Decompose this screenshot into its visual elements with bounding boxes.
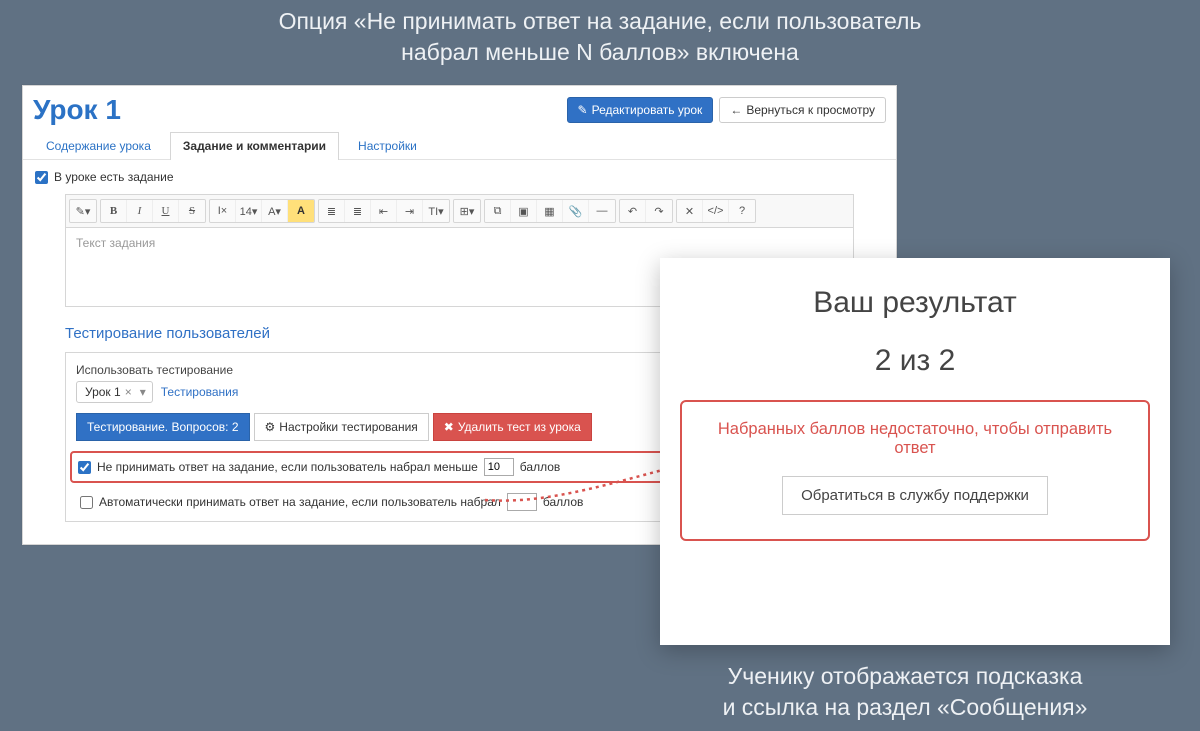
reject-option-label-post: баллов bbox=[520, 460, 560, 474]
testing-settings-pill[interactable]: ⚙ Настройки тестирования bbox=[254, 413, 429, 441]
has-task-label: В уроке есть задание bbox=[54, 170, 174, 184]
edit-icon: ✎ bbox=[578, 103, 588, 117]
result-warning-text: Набранных баллов недостаточно, чтобы отп… bbox=[700, 420, 1130, 458]
auto-accept-label-post: баллов bbox=[543, 495, 583, 509]
tb-outdent-icon[interactable]: ⇤ bbox=[371, 200, 397, 222]
tb-indent-icon[interactable]: ⇥ bbox=[397, 200, 423, 222]
editor-toolbar: ✎▾ B I U S I× 14▾ A▾ A ≣ ≣ ⇤ ⇥ bbox=[66, 195, 853, 228]
delete-test-pill[interactable]: ✖ Удалить тест из урока bbox=[433, 413, 592, 441]
tab-task[interactable]: Задание и комментарии bbox=[170, 132, 339, 160]
contact-support-button[interactable]: Обратиться в службу поддержки bbox=[782, 476, 1048, 515]
tb-attach-icon[interactable]: 📎 bbox=[563, 200, 589, 222]
caption-bottom-line2: и ссылка на раздел «Сообщения» bbox=[723, 694, 1088, 720]
reject-option-checkbox[interactable] bbox=[78, 461, 91, 474]
tb-format-icon[interactable]: ✎▾ bbox=[70, 200, 96, 222]
caption-bottom-line1: Ученику отображается подсказка bbox=[728, 663, 1083, 689]
edit-lesson-button[interactable]: ✎ Редактировать урок bbox=[567, 97, 714, 123]
header-buttons: ✎ Редактировать урок ← Вернуться к просм… bbox=[567, 97, 886, 123]
reject-threshold-input[interactable] bbox=[484, 458, 514, 476]
tb-hr-icon[interactable]: — bbox=[589, 200, 615, 222]
testing-token-label: Урок 1 bbox=[85, 385, 121, 399]
edit-lesson-label: Редактировать урок bbox=[592, 103, 703, 117]
has-task-checkbox[interactable] bbox=[35, 171, 48, 184]
trash-icon: ✖ bbox=[444, 420, 454, 434]
tb-strike-icon[interactable]: S bbox=[179, 200, 205, 222]
auto-accept-label-pre: Автоматически принимать ответ на задание… bbox=[99, 495, 501, 509]
tab-settings[interactable]: Настройки bbox=[345, 132, 430, 159]
reject-option-label-pre: Не принимать ответ на задание, если поль… bbox=[97, 460, 478, 474]
has-task-row[interactable]: В уроке есть задание bbox=[35, 170, 884, 184]
testing-settings-label: Настройки тестирования bbox=[279, 420, 418, 434]
tb-undo-icon[interactable]: ↶ bbox=[620, 200, 646, 222]
testing-link[interactable]: Тестирования bbox=[161, 385, 239, 399]
caption-top: Опция «Не принимать ответ на задание, ес… bbox=[0, 6, 1200, 68]
delete-test-label: Удалить тест из урока bbox=[458, 420, 581, 434]
chevron-down-icon[interactable]: ▾ bbox=[140, 385, 146, 399]
auto-accept-checkbox[interactable] bbox=[80, 496, 93, 509]
testing-info-pill[interactable]: Тестирование. Вопросов: 2 bbox=[76, 413, 250, 441]
tb-help-icon[interactable]: ? bbox=[729, 200, 755, 222]
result-warning-box: Набранных баллов недостаточно, чтобы отп… bbox=[680, 400, 1150, 541]
tb-textstyle-icon[interactable]: TI▾ bbox=[423, 200, 449, 222]
back-to-view-button[interactable]: ← Вернуться к просмотру bbox=[719, 97, 886, 123]
lesson-title: Урок 1 bbox=[33, 94, 121, 126]
back-icon: ← bbox=[730, 103, 742, 117]
back-to-view-label: Вернуться к просмотру bbox=[746, 103, 875, 117]
result-score: 2 из 2 bbox=[875, 344, 956, 378]
tb-underline-icon[interactable]: U bbox=[153, 200, 179, 222]
tb-italic-icon[interactable]: I bbox=[127, 200, 153, 222]
tb-table-icon[interactable]: ⊞▾ bbox=[454, 200, 480, 222]
result-title: Ваш результат bbox=[813, 286, 1017, 320]
tb-highlight-icon[interactable]: A bbox=[288, 200, 314, 222]
tb-link-icon[interactable]: ⧉ bbox=[485, 200, 511, 222]
testing-select[interactable]: Урок 1 × ▾ bbox=[76, 381, 153, 403]
gear-icon: ⚙ bbox=[265, 420, 276, 434]
tb-bold-icon[interactable]: B bbox=[101, 200, 127, 222]
tb-code-icon[interactable]: </> bbox=[703, 200, 729, 222]
tab-content[interactable]: Содержание урока bbox=[33, 132, 164, 159]
tabs: Содержание урока Задание и комментарии Н… bbox=[23, 126, 896, 160]
tb-fullscreen-icon[interactable]: ✕ bbox=[677, 200, 703, 222]
caption-top-line1: Опция «Не принимать ответ на задание, ес… bbox=[279, 8, 922, 34]
tb-image-icon[interactable]: ▣ bbox=[511, 200, 537, 222]
tb-clearformat-icon[interactable]: I× bbox=[210, 200, 236, 222]
auto-accept-threshold-input[interactable] bbox=[507, 493, 537, 511]
tb-ul-icon[interactable]: ≣ bbox=[319, 200, 345, 222]
tb-redo-icon[interactable]: ↷ bbox=[646, 200, 672, 222]
caption-top-line2: набрал меньше N баллов» включена bbox=[401, 39, 799, 65]
result-inner: Ваш результат 2 из 2 Набранных баллов не… bbox=[660, 258, 1170, 645]
tb-video-icon[interactable]: ▦ bbox=[537, 200, 563, 222]
caption-bottom: Ученику отображается подсказка и ссылка … bbox=[640, 661, 1170, 723]
tb-ol-icon[interactable]: ≣ bbox=[345, 200, 371, 222]
tb-fontcolor-icon[interactable]: A▾ bbox=[262, 200, 288, 222]
result-panel: Ваш результат 2 из 2 Набранных баллов не… bbox=[660, 258, 1170, 645]
testing-token-remove-icon[interactable]: × bbox=[125, 385, 132, 399]
tb-fontsize-icon[interactable]: 14▾ bbox=[236, 200, 262, 222]
panel-header: Урок 1 ✎ Редактировать урок ← Вернуться … bbox=[23, 86, 896, 126]
